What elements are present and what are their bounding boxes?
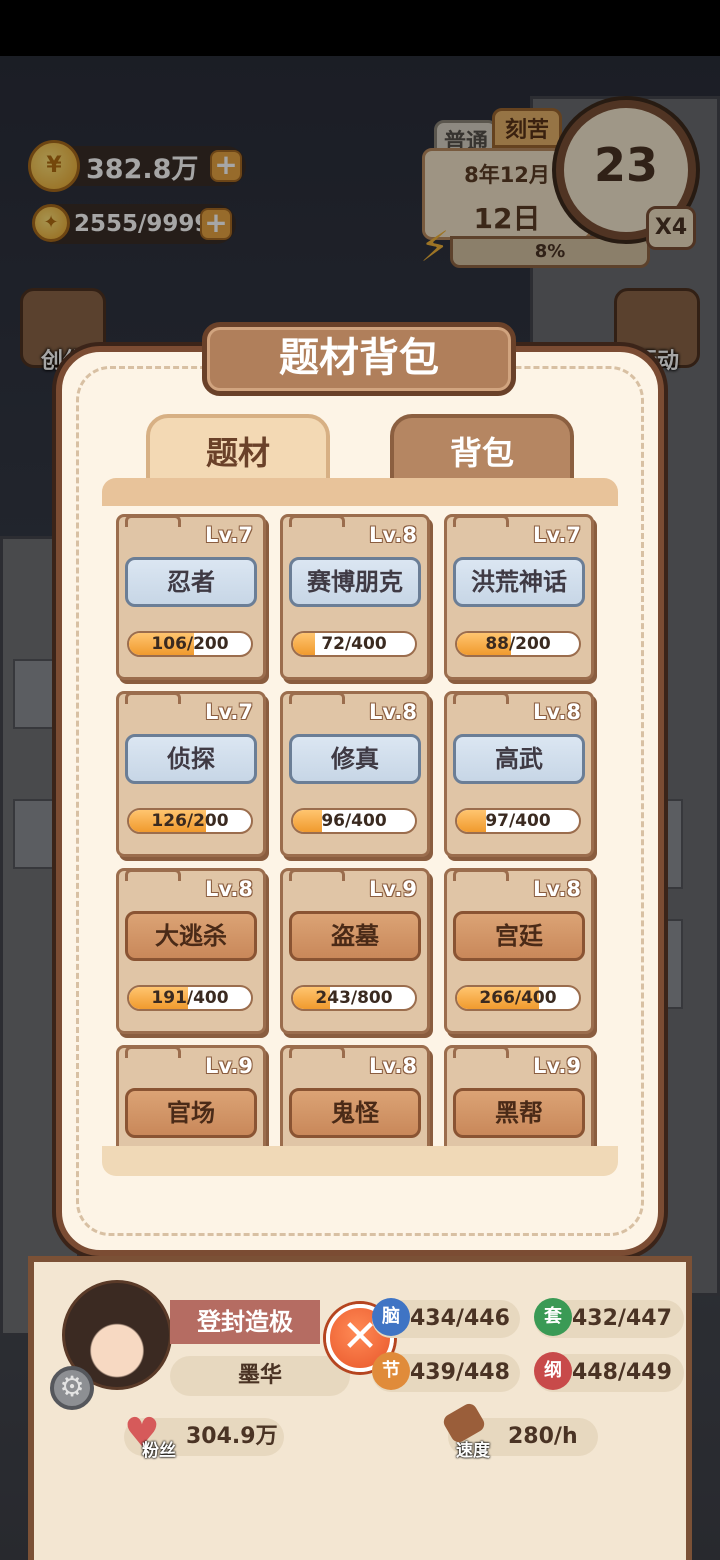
card-progress-bar: 243/800 [291,985,417,1011]
card-topic-name: 赛博朋克 [289,557,421,607]
stat-routine: 套 432/447 [534,1298,684,1338]
speed-value: 280/h [508,1424,578,1449]
card-topic-name: 官场 [125,1088,257,1138]
card-progress-bar: 97/400 [455,808,581,834]
card-progress-bar: 126/200 [127,808,253,834]
topic-card[interactable]: Lv.8 高武 97/400 [444,691,594,857]
card-level: Lv.7 [533,523,581,547]
card-topic-name: 黑帮 [453,1088,585,1138]
stat-routine-value: 432/447 [572,1306,672,1331]
card-topic-name: 修真 [289,734,421,784]
card-tab [125,692,181,704]
card-progress-text: 96/400 [321,811,387,831]
card-level: Lv.9 [533,1054,581,1078]
topic-card[interactable]: Lv.7 洪荒神话 88/200 [444,514,594,680]
card-tab [453,692,509,704]
tab-backpack[interactable]: 背包 [390,414,574,482]
topic-card[interactable]: Lv.7 忍者 106/200 [116,514,266,680]
card-tab [125,515,181,527]
card-level: Lv.8 [369,700,417,724]
stat-rhythm: 节 439/448 [372,1352,520,1392]
topic-card[interactable]: Lv.9 盗墓 243/800 [280,868,430,1034]
card-tab [453,1046,509,1058]
card-tab [125,1046,181,1058]
stat-brain-value: 434/446 [410,1306,510,1331]
card-progress-text: 106/200 [151,634,229,654]
card-level: Lv.7 [205,700,253,724]
stat-brain: 脑 434/446 [372,1298,520,1338]
card-progress-text: 97/400 [485,811,551,831]
topic-grid[interactable]: Lv.7 忍者 106/200 Lv.8 赛博朋克 72/400 Lv.7 洪荒神话 88/20… [102,506,618,1146]
card-topic-name: 侦探 [125,734,257,784]
card-progress-bar: 96/400 [291,808,417,834]
gear-icon[interactable]: ⚙ [50,1366,94,1410]
card-progress-bar: 88/200 [455,631,581,657]
topic-card[interactable]: Lv.9 黑帮 [444,1045,594,1146]
card-level: Lv.7 [205,523,253,547]
rank-ribbon: 登封造极 [170,1300,320,1344]
card-topic-name: 洪荒神话 [453,557,585,607]
player-name: 墨华 [170,1356,350,1396]
card-progress-bar: 72/400 [291,631,417,657]
card-tab [125,869,181,881]
card-tab [289,692,345,704]
topic-card[interactable]: Lv.7 侦探 126/200 [116,691,266,857]
card-progress-text: 243/800 [315,988,393,1008]
stat-outline-value: 448/449 [572,1360,672,1385]
card-progress-bar: 106/200 [127,631,253,657]
shelf-top [102,478,618,508]
card-level: Lv.9 [369,877,417,901]
status-bar [0,0,720,56]
card-tab [453,869,509,881]
card-level: Lv.9 [205,1054,253,1078]
outline-icon: 纲 [534,1352,572,1390]
card-progress-text: 266/400 [479,988,557,1008]
topic-card[interactable]: Lv.8 赛博朋克 72/400 [280,514,430,680]
card-progress-bar: 191/400 [127,985,253,1011]
card-progress-text: 88/200 [485,634,551,654]
card-topic-name: 大逃杀 [125,911,257,961]
rhythm-icon: 节 [372,1352,410,1390]
topic-card[interactable]: Lv.9 官场 [116,1045,266,1146]
card-progress-text: 191/400 [151,988,229,1008]
fans-value: 304.9万 [186,1424,278,1449]
card-topic-name: 宫廷 [453,911,585,961]
tab-topics[interactable]: 题材 [146,414,330,482]
topic-card[interactable]: Lv.8 修真 96/400 [280,691,430,857]
card-level: Lv.8 [533,877,581,901]
fans-label: 粉丝 [142,1441,176,1461]
topic-card[interactable]: Lv.8 宫廷 266/400 [444,868,594,1034]
brain-icon: 脑 [372,1298,410,1336]
routine-icon: 套 [534,1298,572,1336]
shelf-bottom [102,1146,618,1176]
stat-outline: 纲 448/449 [534,1352,684,1392]
card-level: Lv.8 [369,523,417,547]
card-tab [289,1046,345,1058]
card-topic-name: 盗墓 [289,911,421,961]
card-tab [453,515,509,527]
stat-rhythm-value: 439/448 [410,1360,510,1385]
card-progress-text: 72/400 [321,634,387,654]
card-topic-name: 高武 [453,734,585,784]
card-tab [289,869,345,881]
card-topic-name: 鬼怪 [289,1088,421,1138]
card-progress-text: 126/200 [151,811,229,831]
card-level: Lv.8 [369,1054,417,1078]
card-level: Lv.8 [533,700,581,724]
card-level: Lv.8 [205,877,253,901]
modal-title: 题材背包 [202,322,516,396]
topic-card[interactable]: Lv.8 鬼怪 [280,1045,430,1146]
card-tab [289,515,345,527]
card-topic-name: 忍者 [125,557,257,607]
topic-card[interactable]: Lv.8 大逃杀 191/400 [116,868,266,1034]
card-progress-bar: 266/400 [455,985,581,1011]
